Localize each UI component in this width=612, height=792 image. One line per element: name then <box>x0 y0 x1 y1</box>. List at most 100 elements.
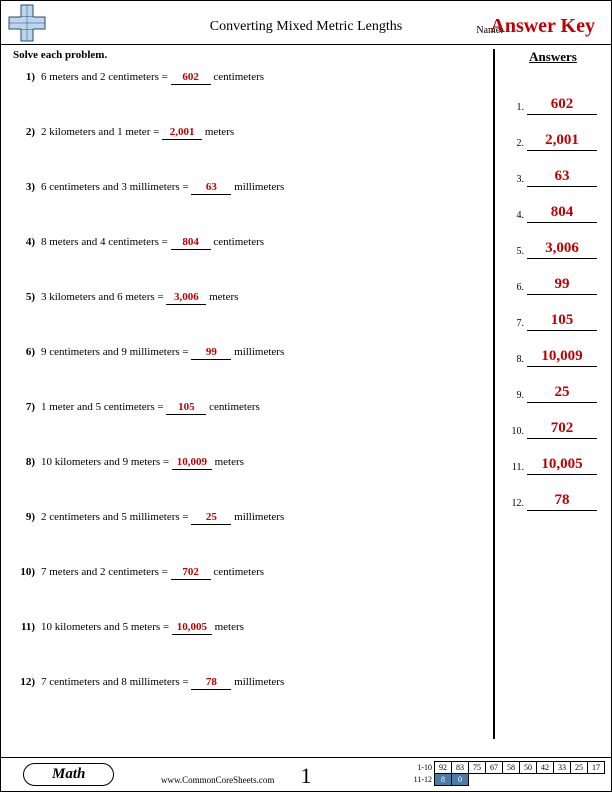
answer-value: 602 <box>527 96 597 115</box>
answer-row: 4.804 <box>509 187 597 223</box>
problem-text: 10 kilometers and 5 meters = 10,005 mete… <box>41 621 244 635</box>
problem-after: centimeters <box>206 401 259 413</box>
answer-row: 8.10,009 <box>509 331 597 367</box>
problem-before: 2 centimeters and 5 millimeters = <box>41 511 191 523</box>
problem-after: millimeters <box>231 676 284 688</box>
answer-blank: 804 <box>171 236 211 250</box>
answer-value: 10,005 <box>527 456 597 475</box>
answer-number: 8. <box>509 354 527 367</box>
problem-row: 11) 10 kilometers and 5 meters = 10,005 … <box>13 617 443 672</box>
problem-before: 7 centimeters and 8 millimeters = <box>41 676 191 688</box>
answer-number: 11. <box>509 462 527 475</box>
worksheet-header: Converting Mixed Metric Lengths Name: An… <box>1 1 611 45</box>
answer-value: 10,009 <box>527 348 597 367</box>
answer-number: 5. <box>509 246 527 259</box>
problem-before: 2 kilometers and 1 meter = <box>41 126 162 138</box>
problem-after: centimeters <box>211 71 264 83</box>
answer-row: 2.2,001 <box>509 115 597 151</box>
problem-row: 6) 9 centimeters and 9 millimeters = 99 … <box>13 342 443 397</box>
answer-blank: 10,005 <box>172 621 212 635</box>
problem-text: 7 meters and 2 centimeters = 702 centime… <box>41 566 264 580</box>
answer-value: 63 <box>527 168 597 187</box>
answer-blank: 702 <box>171 566 211 580</box>
answers-heading: Answers <box>509 49 597 65</box>
problem-number: 8) <box>13 456 41 468</box>
subject-badge: Math <box>23 763 114 786</box>
answer-blank: 63 <box>191 181 231 195</box>
answer-number: 10. <box>509 426 527 439</box>
problem-row: 7) 1 meter and 5 centimeters = 105 centi… <box>13 397 443 452</box>
answer-number: 1. <box>509 102 527 115</box>
site-url: www.CommonCoreSheets.com <box>161 775 274 785</box>
answer-row: 5.3,006 <box>509 223 597 259</box>
problem-before: 3 kilometers and 6 meters = <box>41 291 166 303</box>
problem-number: 9) <box>13 511 41 523</box>
grid-cell: 33 <box>554 762 571 774</box>
grid-cell: 17 <box>588 762 605 774</box>
grid-row-label: 1-10 <box>409 762 435 774</box>
answer-number: 9. <box>509 390 527 403</box>
answer-value: 78 <box>527 492 597 511</box>
problem-row: 10) 7 meters and 2 centimeters = 702 cen… <box>13 562 443 617</box>
answer-value: 804 <box>527 204 597 223</box>
problem-text: 8 meters and 4 centimeters = 804 centime… <box>41 236 264 250</box>
answer-value: 25 <box>527 384 597 403</box>
answers-column: Answers 1.602 2.2,001 3.63 4.804 5.3,006… <box>493 49 597 739</box>
instructions: Solve each problem. <box>13 49 107 61</box>
answer-number: 2. <box>509 138 527 151</box>
problem-text: 6 centimeters and 3 millimeters = 63 mil… <box>41 181 284 195</box>
problem-row: 4) 8 meters and 4 centimeters = 804 cent… <box>13 232 443 287</box>
answer-key-label: Answer Key <box>490 15 595 38</box>
problem-row: 3) 6 centimeters and 3 millimeters = 63 … <box>13 177 443 232</box>
answer-blank: 99 <box>191 346 231 360</box>
answer-blank: 2,001 <box>162 126 202 140</box>
problem-row: 2) 2 kilometers and 1 meter = 2,001 mete… <box>13 122 443 177</box>
answer-blank: 10,009 <box>172 456 212 470</box>
problem-before: 8 meters and 4 centimeters = <box>41 236 171 248</box>
score-grid: 1-10 92 83 75 67 58 50 42 33 25 17 11-12… <box>409 761 606 786</box>
problem-before: 7 meters and 2 centimeters = <box>41 566 171 578</box>
problem-number: 6) <box>13 346 41 358</box>
answer-row: 3.63 <box>509 151 597 187</box>
answer-row: 12.78 <box>509 475 597 511</box>
grid-row-label: 11-12 <box>409 774 435 786</box>
problem-number: 7) <box>13 401 41 413</box>
answer-blank: 3,006 <box>166 291 206 305</box>
problem-text: 6 meters and 2 centimeters = 602 centime… <box>41 71 264 85</box>
grid-cell: 58 <box>503 762 520 774</box>
answer-row: 11.10,005 <box>509 439 597 475</box>
problem-text: 7 centimeters and 8 millimeters = 78 mil… <box>41 676 284 690</box>
problem-text: 2 kilometers and 1 meter = 2,001 meters <box>41 126 234 140</box>
answer-row: 9.25 <box>509 367 597 403</box>
problem-number: 3) <box>13 181 41 193</box>
problem-after: meters <box>212 621 244 633</box>
answer-number: 6. <box>509 282 527 295</box>
problem-after: meters <box>206 291 238 303</box>
answer-value: 702 <box>527 420 597 439</box>
grid-cell: 0 <box>452 774 469 786</box>
answer-row: 6.99 <box>509 259 597 295</box>
grid-cell: 75 <box>469 762 486 774</box>
answer-row: 10.702 <box>509 403 597 439</box>
problem-after: meters <box>212 456 244 468</box>
grid-cell: 8 <box>435 774 452 786</box>
problem-text: 1 meter and 5 centimeters = 105 centimet… <box>41 401 260 415</box>
problem-number: 4) <box>13 236 41 248</box>
answer-row: 1.602 <box>509 79 597 115</box>
problem-before: 6 meters and 2 centimeters = <box>41 71 171 83</box>
grid-cell: 67 <box>486 762 503 774</box>
problem-text: 3 kilometers and 6 meters = 3,006 meters <box>41 291 238 305</box>
problem-number: 5) <box>13 291 41 303</box>
grid-cell: 83 <box>452 762 469 774</box>
answer-value: 2,001 <box>527 132 597 151</box>
problem-number: 2) <box>13 126 41 138</box>
problem-after: centimeters <box>211 566 264 578</box>
answer-value: 3,006 <box>527 240 597 259</box>
problem-before: 10 kilometers and 9 meters = <box>41 456 172 468</box>
grid-cell: 92 <box>435 762 452 774</box>
problem-before: 9 centimeters and 9 millimeters = <box>41 346 191 358</box>
problem-row: 8) 10 kilometers and 9 meters = 10,009 m… <box>13 452 443 507</box>
grid-cell: 25 <box>571 762 588 774</box>
problem-number: 1) <box>13 71 41 83</box>
problem-before: 10 kilometers and 5 meters = <box>41 621 172 633</box>
